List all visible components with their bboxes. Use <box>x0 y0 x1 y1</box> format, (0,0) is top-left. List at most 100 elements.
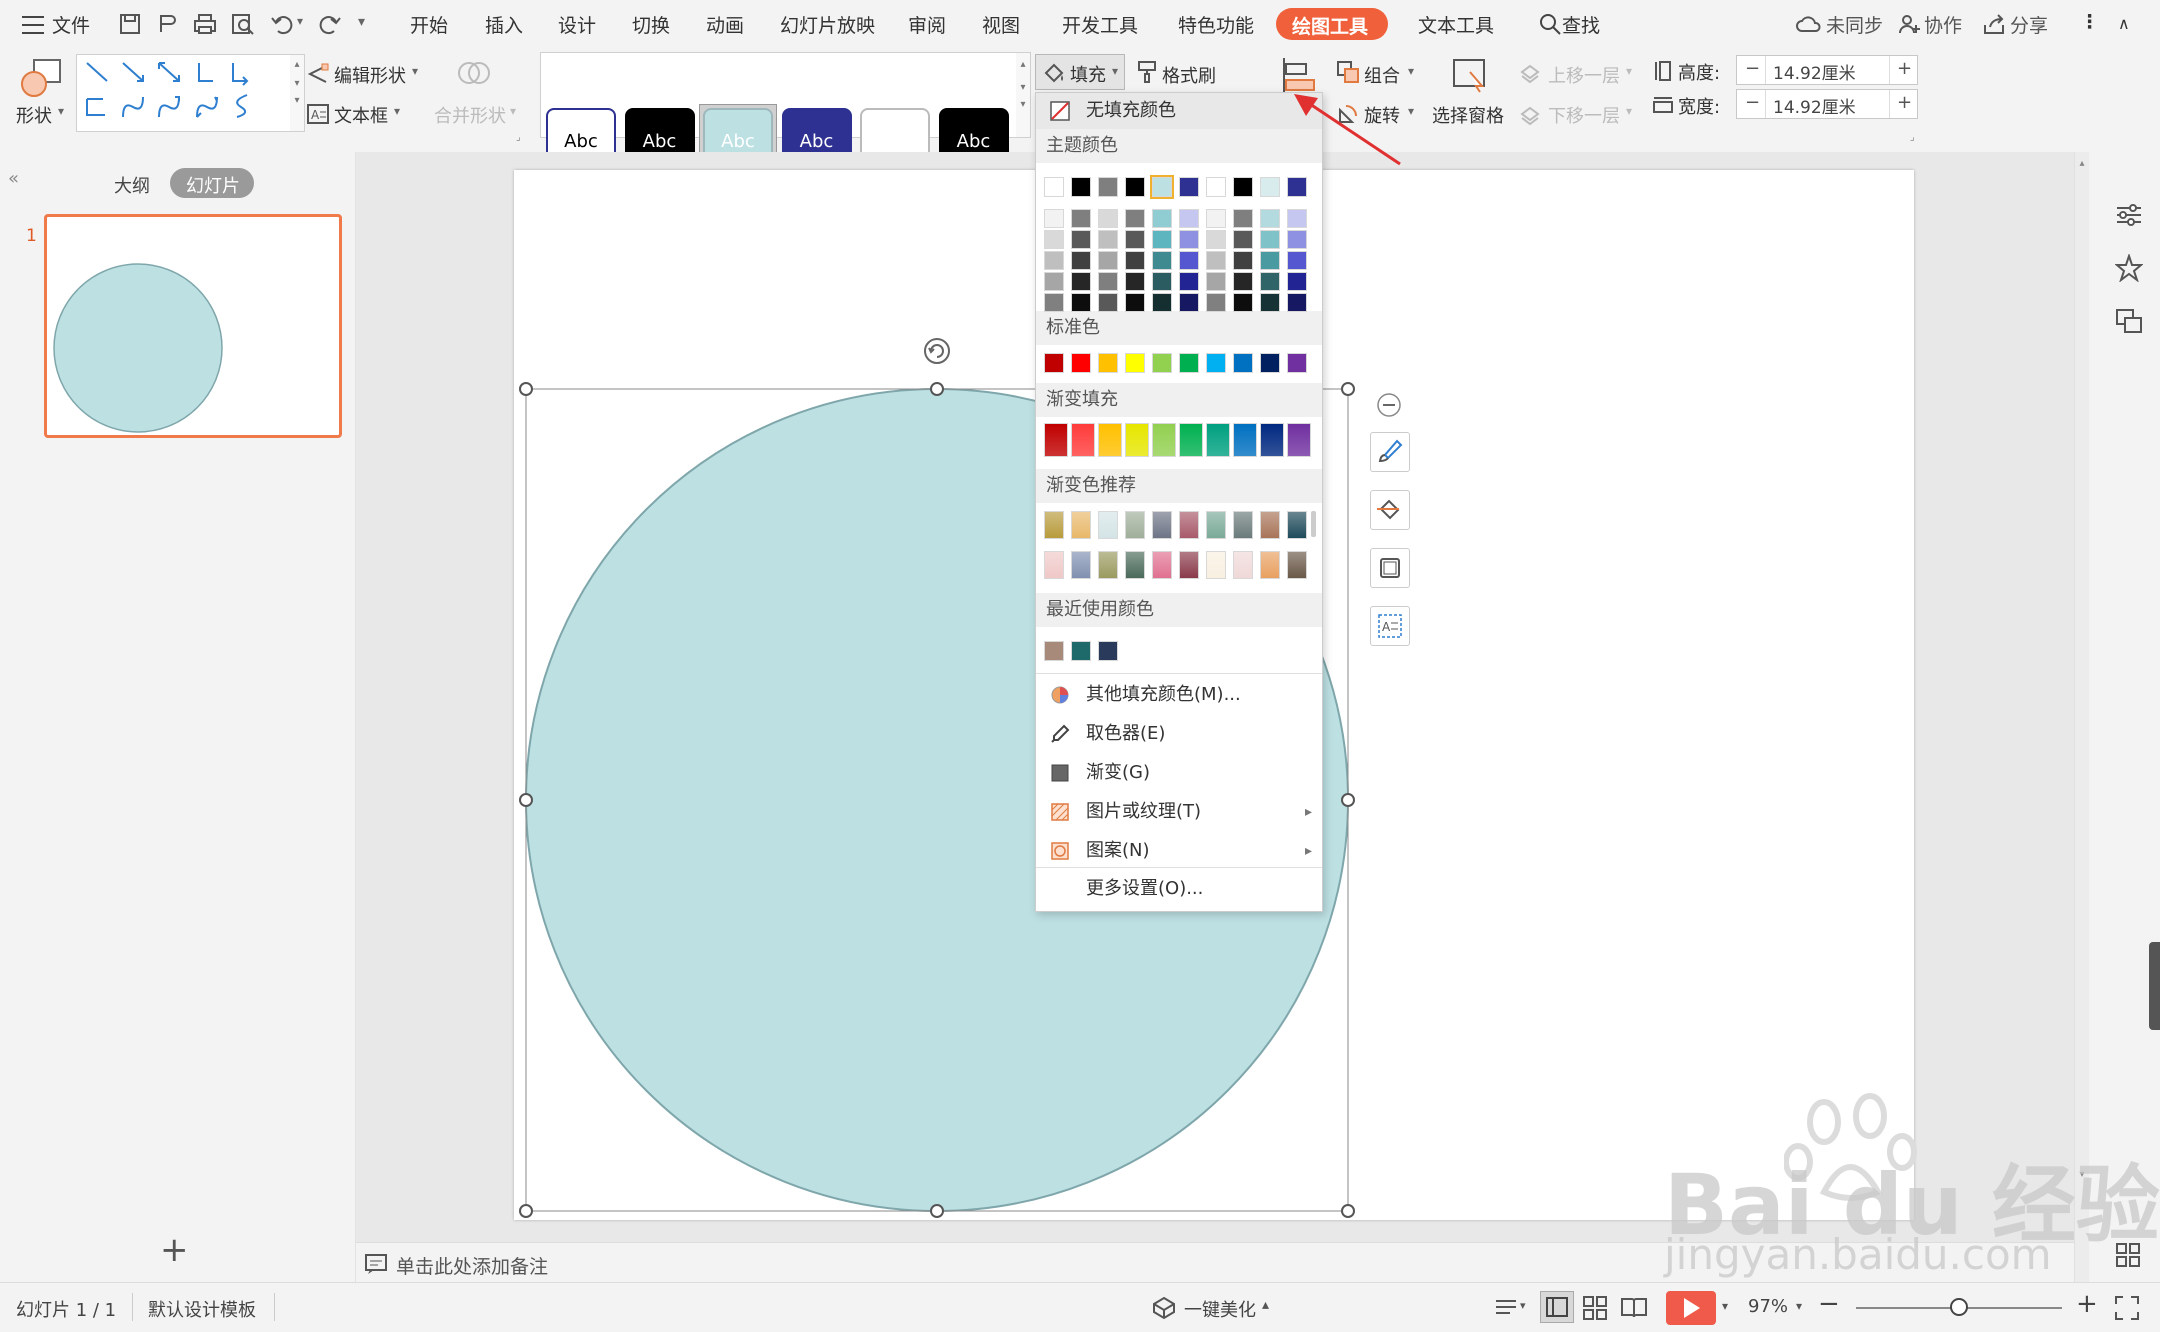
theme-shade-swatch[interactable] <box>1044 230 1064 249</box>
theme-shade-swatch[interactable] <box>1206 209 1226 228</box>
theme-shade-swatch[interactable] <box>1260 272 1280 291</box>
collapse-ribbon-icon[interactable]: ∧ <box>2118 14 2130 33</box>
theme-shade-swatch[interactable] <box>1179 209 1199 228</box>
theme-color-swatch[interactable] <box>1206 177 1226 197</box>
width-decrease-button[interactable]: − <box>1745 92 1760 113</box>
gradient-recommend-swatch[interactable] <box>1233 511 1253 539</box>
standard-color-swatch[interactable] <box>1206 353 1226 373</box>
zoom-out-button[interactable]: − <box>1818 1289 1840 1319</box>
dialog-launcher-icon[interactable]: ⌟ <box>516 132 521 143</box>
theme-shade-swatch[interactable] <box>1044 293 1064 312</box>
theme-shade-swatch[interactable] <box>1044 251 1064 270</box>
size-dialog-launcher-icon[interactable]: ⌟ <box>1910 132 1915 143</box>
zoom-in-button[interactable]: + <box>2076 1289 2098 1319</box>
gradient-recommend-swatch[interactable] <box>1044 511 1064 539</box>
tab-7[interactable]: 视图 <box>982 11 1020 38</box>
redo-icon[interactable] <box>316 12 342 36</box>
gradient-recommend-swatch[interactable] <box>1287 511 1307 539</box>
width-increase-button[interactable]: + <box>1897 92 1912 113</box>
fit-window-icon[interactable] <box>2114 1295 2140 1321</box>
resize-handle-bottom-left[interactable] <box>519 1204 533 1218</box>
print-preview-icon[interactable] <box>230 12 256 36</box>
resize-handle-top-right[interactable] <box>1341 382 1355 396</box>
fill-dropdown-icon[interactable]: ▾ <box>1112 64 1118 78</box>
theme-shade-swatch[interactable] <box>1125 251 1145 270</box>
height-field[interactable]: − 14.92厘米 + <box>1736 55 1918 85</box>
gradient-recommend-swatch[interactable] <box>1044 551 1064 579</box>
gradient-fill-swatch[interactable] <box>1152 423 1176 457</box>
group-dropdown-icon[interactable]: ▾ <box>1408 64 1414 78</box>
collaborate-label[interactable]: 协作 <box>1924 11 1962 38</box>
theme-shade-swatch[interactable] <box>1098 293 1118 312</box>
theme-color-swatch[interactable] <box>1125 177 1145 197</box>
gradient-fill-swatch[interactable] <box>1287 423 1311 457</box>
theme-shade-swatch[interactable] <box>1179 293 1199 312</box>
fill-menu-item-0[interactable]: 其他填充颜色(M)... <box>1036 677 1322 713</box>
zoom-level[interactable]: 97% <box>1748 1296 1788 1317</box>
height-value[interactable]: 14.92厘米 <box>1773 59 1856 84</box>
shape-dropdown-icon[interactable]: ▾ <box>58 104 64 118</box>
theme-shade-swatch[interactable] <box>1071 230 1091 249</box>
tab-8[interactable]: 开发工具 <box>1062 11 1138 38</box>
theme-shade-swatch[interactable] <box>1287 251 1307 270</box>
group-icon[interactable] <box>1336 60 1360 84</box>
tab-3[interactable]: 切换 <box>632 11 670 38</box>
width-value[interactable]: 14.92厘米 <box>1773 93 1856 118</box>
standard-color-swatch[interactable] <box>1287 353 1307 373</box>
theme-shade-swatch[interactable] <box>1287 209 1307 228</box>
theme-shade-swatch[interactable] <box>1125 230 1145 249</box>
gradient-recommend-swatch[interactable] <box>1125 551 1145 579</box>
text-wrap-quick-button[interactable]: A <box>1370 606 1410 646</box>
theme-shade-swatch[interactable] <box>1233 230 1253 249</box>
theme-shade-swatch[interactable] <box>1179 272 1199 291</box>
gradient-fill-swatch[interactable] <box>1071 423 1095 457</box>
theme-shade-swatch[interactable] <box>1179 251 1199 270</box>
animation-icon[interactable] <box>2115 254 2143 282</box>
hamburger-icon[interactable] <box>22 16 44 34</box>
gradient-recommend-swatch[interactable] <box>1206 551 1226 579</box>
theme-shade-swatch[interactable] <box>1287 293 1307 312</box>
selection-pane-button[interactable]: 选择窗格 <box>1432 102 1504 128</box>
more-settings-item[interactable]: 更多设置(O)... <box>1036 871 1322 907</box>
theme-shade-swatch[interactable] <box>1098 272 1118 291</box>
theme-shade-swatch[interactable] <box>1125 272 1145 291</box>
tab-9[interactable]: 特色功能 <box>1178 11 1254 38</box>
theme-shade-swatch[interactable] <box>1152 272 1172 291</box>
gradient-recommend-swatch[interactable] <box>1179 511 1199 539</box>
theme-shade-swatch[interactable] <box>1152 209 1172 228</box>
notes-bar[interactable]: 单击此处添加备注 <box>356 1242 2074 1283</box>
gradient-recommend-swatch[interactable] <box>1152 551 1172 579</box>
slide-sorter-icon[interactable] <box>1582 1295 1608 1321</box>
height-decrease-button[interactable]: − <box>1745 58 1760 79</box>
share-label[interactable]: 分享 <box>2010 11 2048 38</box>
theme-color-swatch[interactable] <box>1179 177 1199 197</box>
add-slide-button[interactable]: + <box>160 1230 189 1270</box>
group-button[interactable]: 组合 <box>1364 62 1400 88</box>
fill-menu-item-3[interactable]: 图片或纹理(T) ▸ <box>1036 794 1322 830</box>
theme-color-swatch[interactable] <box>1071 177 1091 197</box>
format-painter-button[interactable]: 格式刷 <box>1162 62 1216 88</box>
gradient-recommend-swatch[interactable] <box>1233 551 1253 579</box>
gradient-recommend-swatch[interactable] <box>1098 511 1118 539</box>
standard-color-swatch[interactable] <box>1044 353 1064 373</box>
collapse-tools-icon[interactable] <box>1376 392 1402 418</box>
gradient-recommend-swatch[interactable] <box>1260 551 1280 579</box>
reading-view-icon[interactable] <box>1620 1295 1648 1321</box>
share-icon[interactable] <box>1982 13 2006 35</box>
search-label[interactable]: 查找 <box>1562 11 1600 38</box>
theme-shade-swatch[interactable] <box>1125 209 1145 228</box>
edit-shape-icon[interactable] <box>306 62 330 86</box>
beautify-icon[interactable] <box>1152 1296 1176 1320</box>
vertical-scrollbar[interactable]: ▴ ▾ <box>2075 152 2089 1282</box>
cloud-sync-icon[interactable] <box>1796 13 1822 35</box>
theme-shade-swatch[interactable] <box>1071 251 1091 270</box>
gradient-fill-swatch[interactable] <box>1098 423 1122 457</box>
resize-handle-bottom-right[interactable] <box>1341 1204 1355 1218</box>
gradient-fill-swatch[interactable] <box>1044 423 1068 457</box>
theme-shade-swatch[interactable] <box>1260 251 1280 270</box>
pdf-export-icon[interactable] <box>156 12 180 36</box>
gallery-scroll[interactable]: ▴ ▾ ▾ <box>290 54 305 132</box>
gradient-fill-swatch[interactable] <box>1206 423 1230 457</box>
edit-shape-dropdown-icon[interactable]: ▾ <box>412 64 418 78</box>
tab-0[interactable]: 开始 <box>410 11 448 38</box>
